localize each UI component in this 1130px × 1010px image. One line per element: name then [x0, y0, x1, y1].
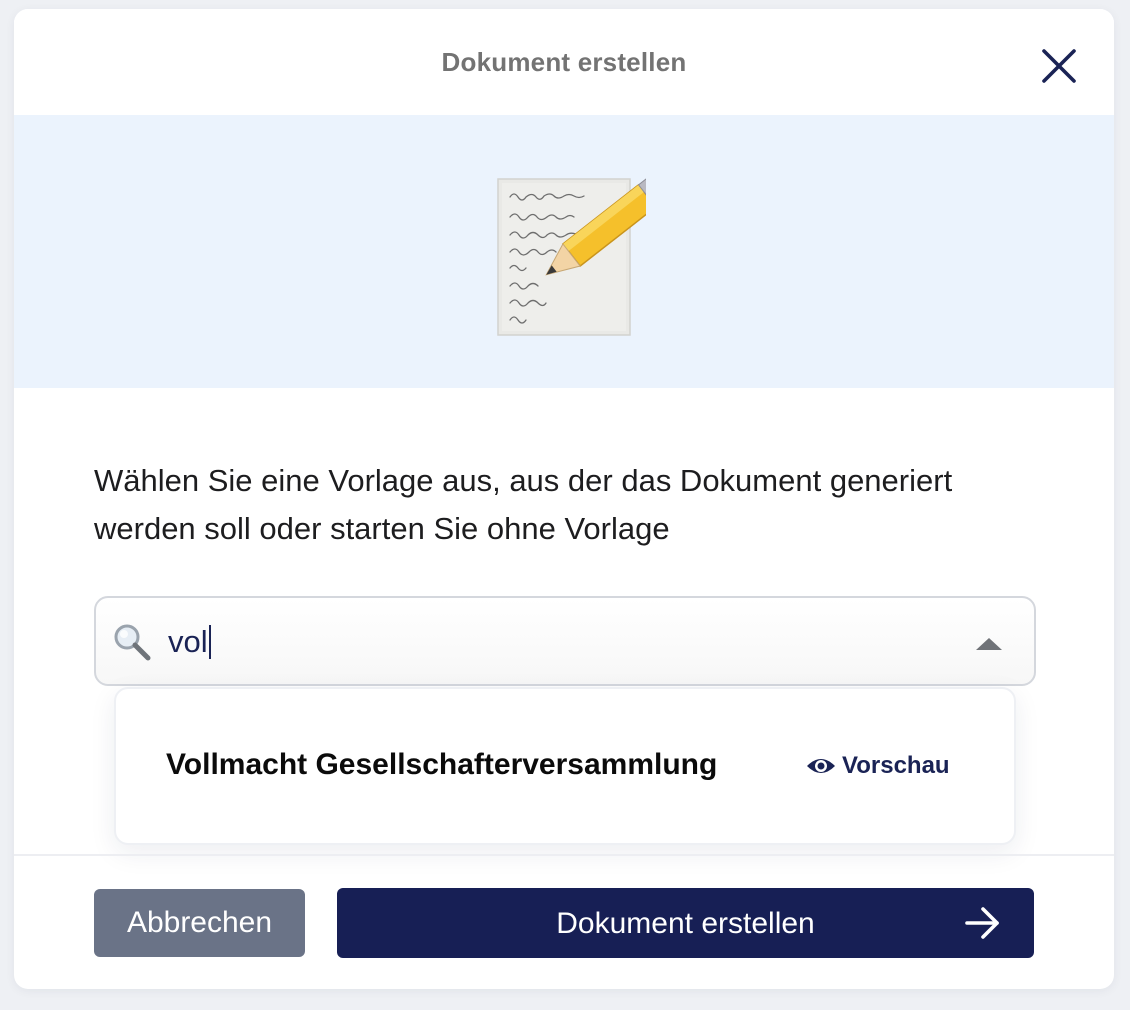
text-caret [208, 625, 211, 659]
template-dropdown: Vollmacht Gesellschafterversammlung Vors… [114, 687, 1016, 845]
chevron-up-icon[interactable] [974, 636, 1004, 652]
preview-link[interactable]: Vorschau [806, 751, 950, 781]
memo-pencil-icon [497, 175, 646, 336]
template-option[interactable]: Vollmacht Gesellschafterversammlung [166, 748, 717, 782]
search-input[interactable]: vol [168, 623, 211, 661]
create-document-dialog: Dokument erstellen Wählen Sie eine Vorla… [14, 9, 1114, 989]
search-input-value: vol [168, 624, 208, 659]
instructions-text: Wählen Sie eine Vorlage aus, aus der das… [94, 463, 953, 546]
eye-icon [807, 759, 835, 773]
close-icon [1042, 49, 1076, 83]
dialog-title: Dokument erstellen [441, 47, 687, 77]
footer-divider [14, 854, 1114, 856]
dialog-header: Dokument erstellen [14, 9, 1114, 115]
create-document-button[interactable]: Dokument erstellen [337, 888, 1034, 958]
cancel-button-label: Abbrechen [126, 906, 273, 939]
preview-label: Vorschau [842, 752, 950, 779]
search-icon [114, 624, 151, 661]
close-button[interactable] [1038, 45, 1080, 87]
arrow-right-icon [965, 907, 999, 939]
template-search-field[interactable]: vol [94, 596, 1036, 686]
create-button-label: Dokument erstellen [556, 907, 815, 940]
hero-banner [14, 115, 1114, 388]
cancel-button[interactable]: Abbrechen [94, 889, 305, 957]
